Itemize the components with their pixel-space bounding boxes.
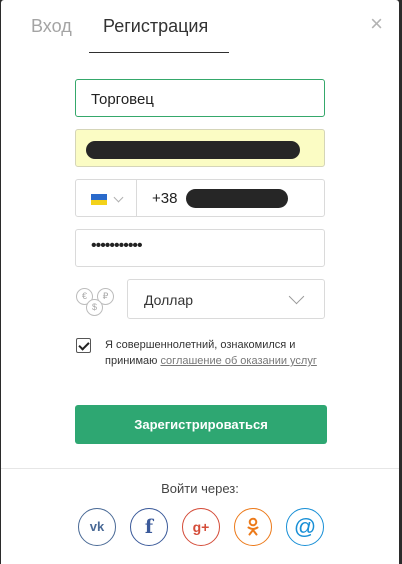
- redacted-phone: [186, 189, 288, 208]
- email-field[interactable]: [75, 129, 325, 167]
- terms-link[interactable]: соглашение об оказании услуг: [160, 355, 316, 367]
- mail-icon[interactable]: @: [286, 508, 324, 546]
- agree-text: Я совершеннолетний, ознакомился и приним…: [105, 337, 329, 369]
- agree-checkbox[interactable]: [76, 338, 91, 353]
- facebook-icon[interactable]: f: [130, 508, 168, 546]
- active-tab-underline: [89, 52, 229, 53]
- password-value: •••••••••••: [91, 237, 143, 254]
- currency-coins-icon: € ₽ $: [75, 285, 119, 317]
- vk-icon[interactable]: vk: [78, 508, 116, 546]
- register-button[interactable]: Зарегистрироваться: [75, 405, 327, 444]
- registration-modal: Вход Регистрация × Торговец +38 ••••••••…: [1, 0, 399, 564]
- currency-value: Доллар: [144, 292, 194, 308]
- tab-login[interactable]: Вход: [31, 16, 72, 37]
- odnoklassniki-glyph: [247, 517, 259, 536]
- chevron-down-icon[interactable]: [288, 288, 305, 305]
- ukraine-flag-icon[interactable]: [91, 194, 107, 205]
- auth-tabs: Вход Регистрация: [1, 0, 399, 54]
- password-field[interactable]: •••••••••••: [75, 229, 325, 267]
- footer-divider: [1, 468, 399, 469]
- google-plus-icon[interactable]: g+: [182, 508, 220, 546]
- dollar-coin-icon: $: [86, 299, 103, 316]
- tab-register[interactable]: Регистрация: [103, 16, 208, 37]
- redacted-email: [86, 141, 300, 159]
- odnoklassniki-icon[interactable]: [234, 508, 272, 546]
- name-value: Торговец: [91, 91, 154, 108]
- phone-separator: [136, 180, 137, 216]
- close-icon[interactable]: ×: [370, 13, 383, 35]
- currency-select[interactable]: Доллар: [127, 279, 325, 319]
- phone-country-code: +38: [152, 190, 178, 207]
- phone-field[interactable]: +38: [75, 179, 325, 217]
- name-field[interactable]: Торговец: [75, 79, 325, 117]
- chevron-down-icon[interactable]: [113, 192, 124, 203]
- login-via-label: Войти через:: [161, 481, 239, 496]
